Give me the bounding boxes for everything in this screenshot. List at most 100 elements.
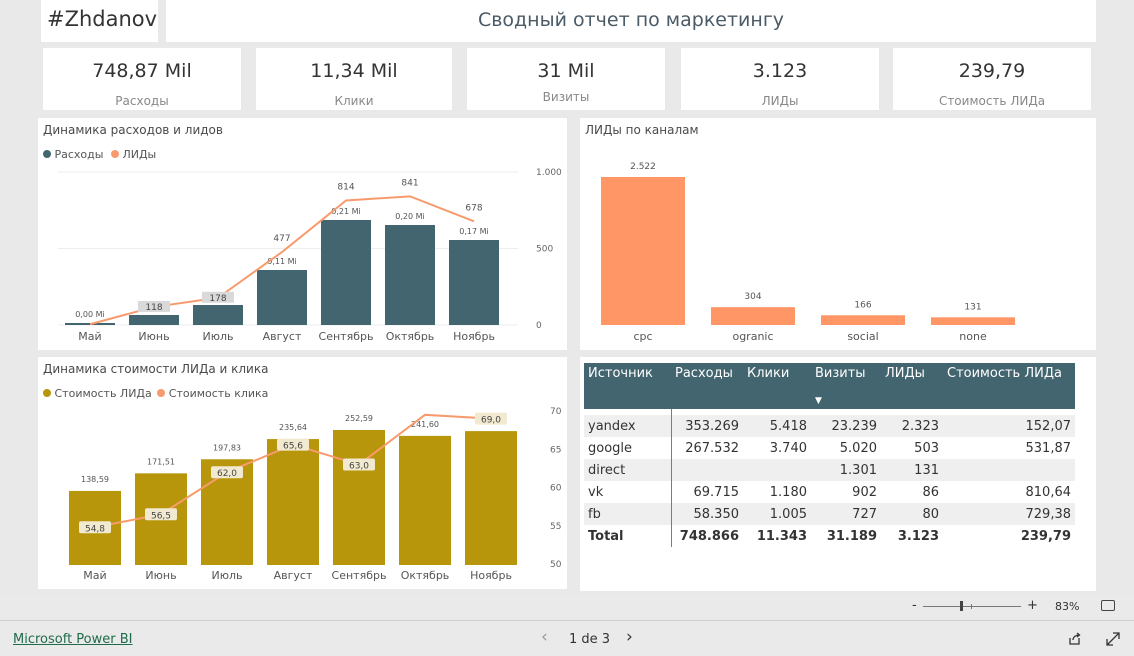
fit-page-icon[interactable] (1101, 600, 1115, 611)
x-tick-label: social (847, 330, 878, 343)
bar (449, 240, 499, 325)
bar (257, 270, 307, 325)
bar (931, 317, 1015, 325)
share-icon[interactable] (1068, 632, 1082, 646)
bar-data-label: 0,20 Mi (395, 212, 424, 221)
line-data-label: 56,5 (151, 511, 171, 521)
bar (193, 305, 243, 325)
y-tick-label: 70 (550, 407, 562, 417)
header-tag-card: #Zhdanov (41, 0, 158, 42)
x-tick-label: Август (274, 569, 313, 582)
bar-data-label: 0,17 Mi (459, 227, 488, 236)
bar (601, 177, 685, 325)
bar-data-label: 252,59 (345, 414, 373, 423)
col-header-leads[interactable]: ЛИДы (881, 363, 943, 409)
chart-expenses-leads: 05001.0000,00 MiМай0,02 MiИюнь0,04 MiИюл… (58, 168, 562, 343)
bar-data-label: 138,59 (81, 475, 109, 484)
prev-page-button[interactable]: ‹ (541, 627, 548, 647)
table-header-row: Источник Расходы Клики Визиты ▼ ЛИДы Стои… (584, 363, 1075, 409)
kpi-value: 11,34 Mil (310, 60, 398, 82)
bar (465, 431, 517, 565)
bar-data-label: 304 (744, 292, 761, 302)
header-title-card: Сводный отчет по маркетингу (166, 0, 1096, 42)
col-header-source[interactable]: Источник (584, 363, 671, 409)
sources-table: Источник Расходы Клики Визиты ▼ ЛИДы Стои… (584, 363, 1075, 547)
bar (711, 307, 795, 325)
sort-desc-icon[interactable]: ▼ (815, 396, 822, 406)
x-tick-label: none (959, 330, 987, 343)
zoom-bar: - + 83% (0, 596, 1134, 618)
kpi-card-expenses[interactable]: 748,87 Mil Расходы (43, 48, 241, 110)
zoom-slider-handle[interactable] (960, 601, 963, 611)
line-data-label: 841 (401, 178, 418, 188)
x-tick-label: Ноябрь (470, 569, 512, 582)
line-data-label: 63,0 (349, 462, 369, 472)
x-tick-label: Октябрь (401, 569, 450, 582)
page-title: Сводный отчет по маркетингу (477, 9, 785, 31)
x-tick-label: ogranic (732, 330, 773, 343)
fullscreen-icon[interactable] (1106, 632, 1120, 646)
col-header-lead-cost[interactable]: Стоимость ЛИДа (943, 363, 1075, 409)
x-tick-label: Июль (211, 569, 242, 582)
x-tick-label: Июнь (138, 330, 169, 343)
table-row[interactable]: google 267.532 3.740 5.020 503 531,87 (584, 437, 1075, 459)
chart-cost-card[interactable]: Динамика стоимости ЛИДа и клика Стоимост… (38, 357, 567, 589)
zoom-level: 83% (1055, 600, 1080, 613)
bar (385, 225, 435, 325)
y-tick-label: 50 (550, 560, 562, 570)
table-row[interactable]: direct 1.301 131 (584, 459, 1075, 481)
power-bi-link[interactable]: Microsoft Power BI (13, 632, 132, 647)
zoom-in-button[interactable]: + (1027, 598, 1038, 613)
y-tick-label: 0 (536, 321, 542, 331)
chart-leads-channels: 2.522 cpc 304 ogranic 166 social 131 none (601, 162, 1015, 343)
chart-expenses-leads-card[interactable]: Динамика расходов и лидов Расходы ЛИДы 0… (38, 118, 567, 350)
x-tick-label: Май (83, 569, 106, 582)
chart-leads-channels-card[interactable]: ЛИДы по каналам 2.522 cpc 304 ogranic 166 soc… (580, 118, 1096, 350)
table-total-row: Total 748.866 11.343 31.189 3.123 239,79 (584, 525, 1075, 547)
y-tick-label: 55 (550, 522, 561, 532)
line-data-label: 678 (465, 203, 482, 213)
x-tick-label: Июнь (145, 569, 176, 582)
x-tick-label: Октябрь (386, 330, 435, 343)
y-tick-label: 500 (536, 245, 553, 255)
x-tick-label: Сентябрь (332, 569, 387, 582)
table-row[interactable]: vk 69.715 1.180 902 86 810,64 (584, 481, 1075, 503)
y-tick-label: 65 (550, 445, 561, 455)
zoom-slider[interactable] (923, 601, 1021, 611)
kpi-card-clicks[interactable]: 11,34 Mil Клики (256, 48, 452, 110)
kpi-label: Стоимость ЛИДа (938, 94, 1046, 108)
x-tick-label: Сентябрь (319, 330, 374, 343)
kpi-card-leads[interactable]: 3.123 ЛИДы (681, 48, 879, 110)
y-tick-label: 60 (550, 484, 562, 494)
bar (821, 315, 905, 325)
bar-data-label: 2.522 (630, 162, 656, 172)
line-data-label: 477 (273, 234, 290, 244)
col-header-clicks[interactable]: Клики (743, 363, 811, 409)
line-data-label: 118 (145, 303, 162, 313)
kpi-value: 3.123 (752, 60, 808, 82)
col-header-expenses[interactable]: Расходы (671, 363, 743, 409)
next-page-button[interactable]: › (626, 627, 633, 647)
chart-cost: 50 55 60 65 70 138,59 Май 171,51 Июнь 197,83 Июль 2… (69, 407, 562, 582)
bar-data-label: 235,64 (279, 423, 307, 432)
line-data-label: 69,0 (481, 416, 501, 426)
sources-table-card[interactable]: Источник Расходы Клики Визиты ▼ ЛИДы Стои… (580, 357, 1096, 591)
bar-data-label: 171,51 (147, 457, 175, 466)
x-tick-label: Май (78, 330, 101, 343)
bar-data-label: 197,83 (213, 443, 241, 452)
bar-data-label: 0,00 Mi (75, 310, 104, 319)
kpi-label: Клики (334, 94, 374, 108)
kpi-card-lead-cost[interactable]: 239,79 Стоимость ЛИДа (893, 48, 1091, 110)
bar (321, 220, 371, 325)
kpi-value: 748,87 Mil (92, 60, 192, 82)
x-tick-label: cpc (633, 330, 652, 343)
bar (399, 435, 451, 565)
table-row[interactable]: yandex 353.269 5.418 23.239 2.323 152,07 (584, 415, 1075, 437)
zoom-out-button[interactable]: - (912, 598, 917, 613)
bar (267, 439, 319, 565)
bar-data-label: 131 (964, 302, 981, 312)
kpi-card-visits[interactable]: 31 Mil Визиты (467, 48, 665, 110)
col-header-visits[interactable]: Визиты ▼ (811, 363, 881, 409)
table-row[interactable]: fb 58.350 1.005 727 80 729,38 (584, 503, 1075, 525)
kpi-value: 239,79 (958, 60, 1026, 82)
